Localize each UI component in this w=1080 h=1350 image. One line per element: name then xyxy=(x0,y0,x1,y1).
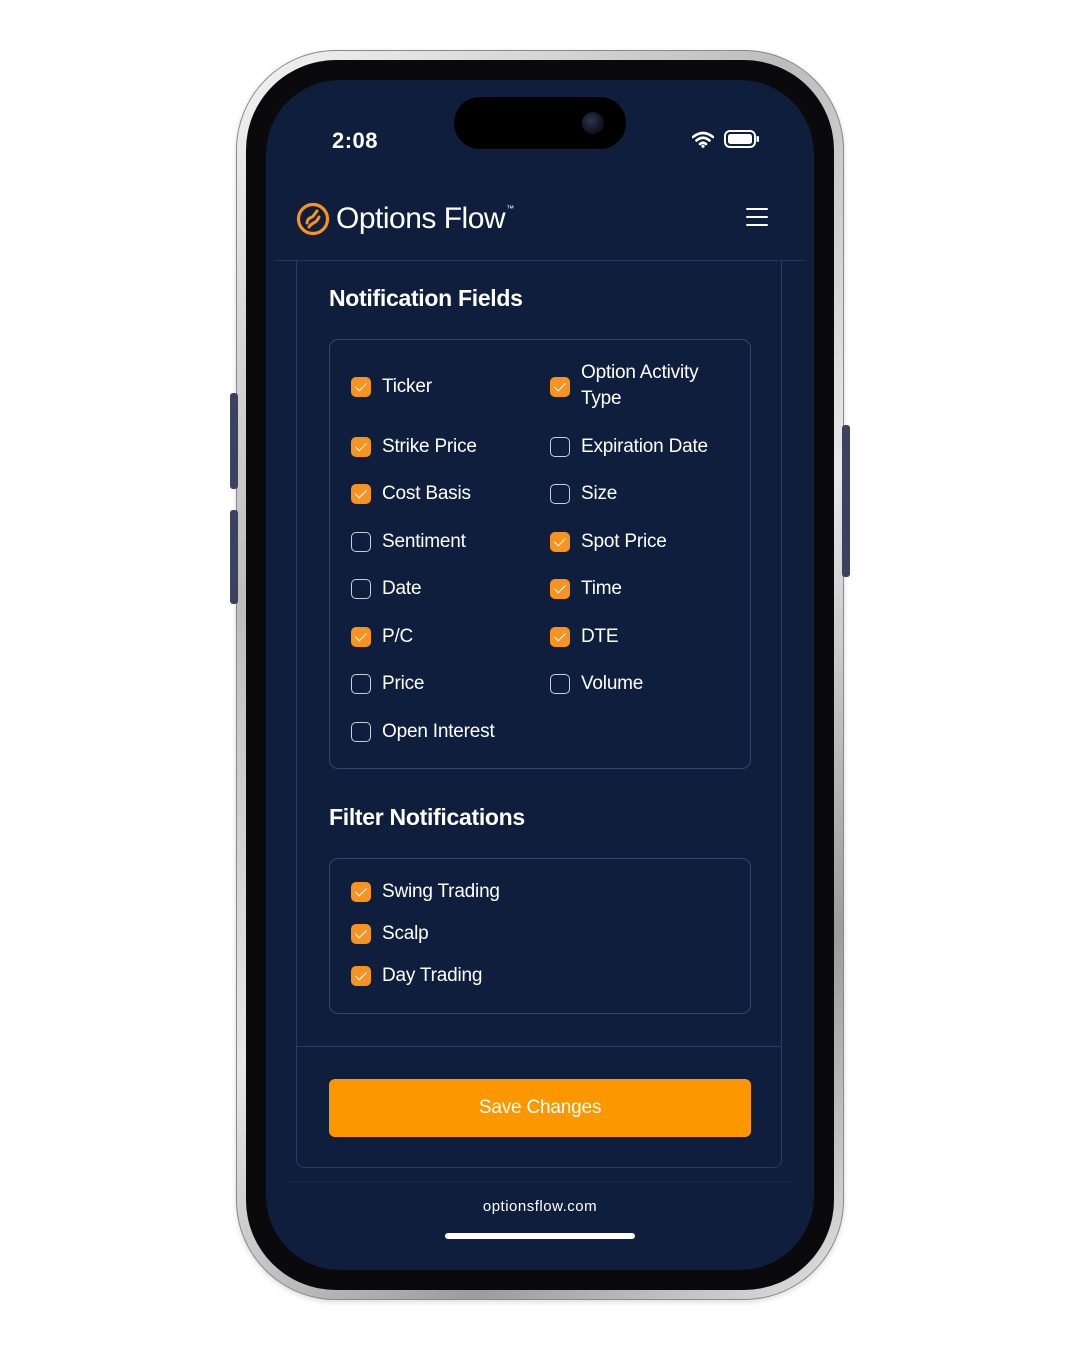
phone-screen: 2:08 Options Flow ™ Notification Fields … xyxy=(266,80,814,1270)
checkbox-label: Sentiment xyxy=(382,531,466,552)
checkbox-time[interactable]: Time xyxy=(550,576,622,602)
checkbox-label: Option Activity Type xyxy=(581,362,699,409)
dynamic-island xyxy=(454,97,626,149)
checkbox-ticker[interactable]: Ticker xyxy=(351,374,432,400)
checkbox-box[interactable] xyxy=(550,579,570,599)
settings-card: Notification Fields Ticker Strike Price … xyxy=(296,261,782,1168)
checkbox-box[interactable] xyxy=(550,532,570,552)
checkbox-box[interactable] xyxy=(351,627,371,647)
checkbox-box[interactable] xyxy=(550,484,570,504)
filter-notifications-box: Swing Trading Scalp Day Trading xyxy=(329,858,751,1014)
hamburger-menu-icon[interactable] xyxy=(746,208,768,228)
notification-fields-box: Ticker Strike Price Cost Basis Sentiment… xyxy=(329,339,751,769)
notification-fields-title: Notification Fields xyxy=(329,285,523,311)
checkbox-expiration-date[interactable]: Expiration Date xyxy=(550,434,708,460)
checkbox-strike-price[interactable]: Strike Price xyxy=(351,434,477,460)
checkbox-box[interactable] xyxy=(351,966,371,986)
trademark: ™ xyxy=(506,203,515,213)
checkbox-day-trading[interactable]: Day Trading xyxy=(351,963,482,989)
checkbox-label: Spot Price xyxy=(581,531,667,552)
checkbox-option-activity-type[interactable]: Option Activity Type xyxy=(550,360,731,412)
checkbox-volume[interactable]: Volume xyxy=(550,671,643,697)
footer-divider xyxy=(288,1181,792,1182)
footer-url: optionsflow.com xyxy=(482,1198,598,1215)
checkbox-box[interactable] xyxy=(351,882,371,902)
checkbox-dte[interactable]: DTE xyxy=(550,624,619,650)
checkbox-box[interactable] xyxy=(351,437,371,457)
checkbox-label: Size xyxy=(581,483,618,504)
checkbox-box[interactable] xyxy=(351,377,371,397)
brand-name: Options Flow xyxy=(336,202,506,235)
mute-switch xyxy=(230,393,238,489)
checkbox-label: Volume xyxy=(581,673,644,694)
checkbox-box[interactable] xyxy=(351,579,371,599)
checkbox-label: Cost Basis xyxy=(382,483,471,504)
options-flow-logo-icon xyxy=(296,202,330,236)
home-indicator[interactable] xyxy=(445,1233,635,1239)
checkbox-label: Date xyxy=(382,578,422,599)
card-divider xyxy=(297,1046,781,1047)
checkbox-box[interactable] xyxy=(351,722,371,742)
checkbox-label: Strike Price xyxy=(382,436,477,457)
checkbox-box[interactable] xyxy=(550,437,570,457)
status-time: 2:08 xyxy=(332,128,379,153)
checkbox-box[interactable] xyxy=(351,484,371,504)
checkbox-label: Swing Trading xyxy=(382,881,500,902)
checkbox-price[interactable]: Price xyxy=(351,671,424,697)
checkbox-label: Ticker xyxy=(382,376,432,397)
app-header: Options Flow ™ xyxy=(274,192,806,261)
checkbox-cost-basis[interactable]: Cost Basis xyxy=(351,481,471,507)
checkbox-label: DTE xyxy=(581,626,619,647)
checkbox-label: P/C xyxy=(382,626,414,647)
wifi-icon xyxy=(692,131,714,148)
checkbox-box[interactable] xyxy=(351,532,371,552)
status-icons xyxy=(692,130,760,148)
checkbox-box[interactable] xyxy=(351,674,371,694)
save-changes-button[interactable]: Save Changes xyxy=(329,1079,751,1137)
checkbox-box[interactable] xyxy=(351,924,371,944)
checkbox-box[interactable] xyxy=(550,627,570,647)
checkbox-sentiment[interactable]: Sentiment xyxy=(351,529,466,555)
checkbox-spot-price[interactable]: Spot Price xyxy=(550,529,667,555)
checkbox-label: Expiration Date xyxy=(581,436,708,457)
checkbox-label: Open Interest xyxy=(382,721,495,742)
checkbox-size[interactable]: Size xyxy=(550,481,617,507)
checkbox-label: Day Trading xyxy=(382,965,483,986)
checkbox-open-interest[interactable]: Open Interest xyxy=(351,719,495,745)
camera-icon xyxy=(582,112,604,134)
checkbox-label: Scalp xyxy=(382,923,429,944)
filter-notifications-title: Filter Notifications xyxy=(329,804,525,830)
checkbox-label: Time xyxy=(581,578,622,599)
checkbox-pc[interactable]: P/C xyxy=(351,624,413,650)
checkbox-date[interactable]: Date xyxy=(351,576,422,602)
checkbox-label: Price xyxy=(382,673,425,694)
volume-button xyxy=(230,510,238,604)
battery-icon xyxy=(724,130,760,148)
checkbox-box[interactable] xyxy=(550,674,570,694)
checkbox-swing-trading[interactable]: Swing Trading xyxy=(351,879,500,905)
power-button xyxy=(842,425,850,577)
checkbox-scalp[interactable]: Scalp xyxy=(351,921,429,947)
checkbox-box[interactable] xyxy=(550,377,570,397)
brand-logo[interactable]: Options Flow ™ xyxy=(296,202,514,236)
